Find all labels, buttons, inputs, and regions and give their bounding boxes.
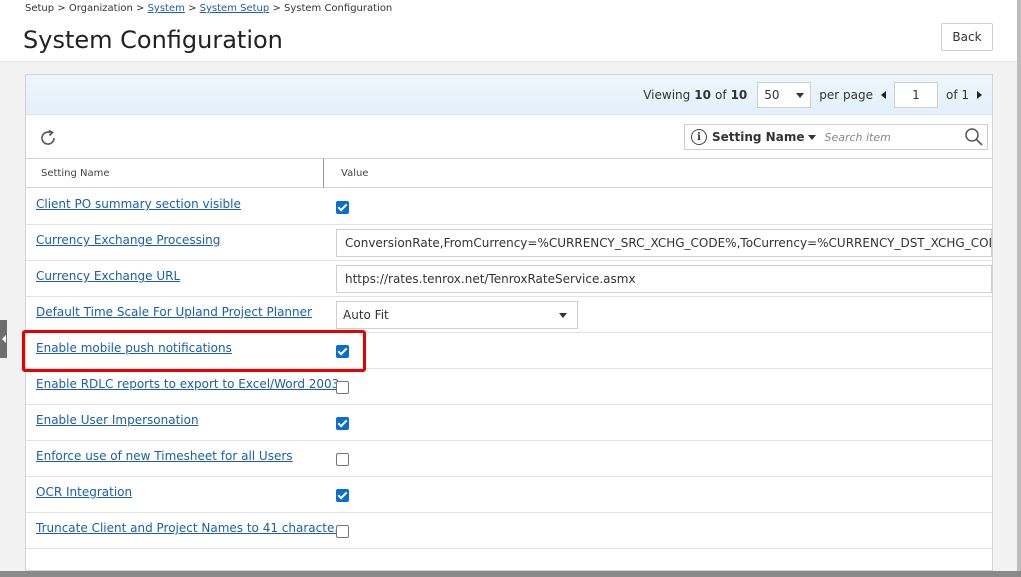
search-field-selector[interactable]: Setting Name: [712, 130, 804, 144]
pager-bar: Viewing 10 of 10 50 per page 1 of 1: [26, 75, 992, 115]
column-resize-handle[interactable]: [323, 159, 324, 188]
previous-page-icon[interactable]: [880, 91, 886, 99]
collapse-sidebar-toggle[interactable]: [0, 320, 7, 358]
breadcrumb-system-setup-link[interactable]: System Setup: [200, 3, 270, 14]
setting-link[interactable]: Currency Exchange Processing: [36, 233, 220, 247]
setting-link[interactable]: Currency Exchange URL: [36, 269, 180, 283]
total-count: 10: [730, 88, 748, 102]
setting-text-input[interactable]: https://rates.tenrox.net/TenroxRateServi…: [336, 265, 992, 293]
chevron-left-icon: [1, 335, 6, 343]
column-header-value[interactable]: Value: [341, 168, 368, 179]
column-header-row: Setting Name Value: [26, 159, 992, 188]
scrollbar[interactable]: [1017, 0, 1021, 577]
table-row: Truncate Client and Project Names to 41 …: [26, 513, 992, 549]
search-icon[interactable]: [963, 126, 985, 148]
settings-grid: Viewing 10 of 10 50 per page 1 of 1 i Se…: [25, 74, 993, 571]
setting-checkbox[interactable]: [336, 200, 349, 214]
table-row: Default Time Scale For Upland Project Pl…: [26, 297, 992, 333]
table-row: Client PO summary section visible: [26, 189, 992, 225]
table-row: Enable RDLC reports to export to Excel/W…: [26, 369, 992, 405]
setting-link[interactable]: Default Time Scale For Upland Project Pl…: [36, 305, 312, 319]
of-pages-label: of 1: [945, 88, 969, 102]
of-label: of: [714, 88, 727, 102]
breadcrumb-setup: Setup: [25, 3, 55, 14]
page-number-input[interactable]: 1: [893, 82, 938, 108]
chevron-down-icon[interactable]: [808, 134, 817, 140]
column-header-setting-name[interactable]: Setting Name: [41, 168, 110, 179]
setting-checkbox[interactable]: [336, 416, 349, 430]
info-icon[interactable]: i: [691, 129, 707, 145]
refresh-icon[interactable]: [38, 128, 58, 148]
setting-link[interactable]: Enable mobile push notifications: [36, 341, 232, 355]
setting-checkbox[interactable]: [336, 452, 349, 466]
setting-link[interactable]: Enable RDLC reports to export to Excel/W…: [36, 377, 339, 391]
search-input[interactable]: Search item: [824, 131, 963, 144]
table-row: OCR Integration: [26, 477, 992, 513]
setting-checkbox[interactable]: [336, 488, 349, 502]
setting-checkbox[interactable]: [336, 524, 349, 538]
setting-text-input[interactable]: ConversionRate,FromCurrency=%CURRENCY_SR…: [336, 229, 992, 257]
breadcrumb-organization: Organization: [68, 3, 133, 14]
breadcrumb-system-link[interactable]: System: [148, 3, 185, 14]
table-row: Currency Exchange Processing ConversionR…: [26, 225, 992, 261]
setting-link[interactable]: Client PO summary section visible: [36, 197, 241, 211]
search-box: i Setting Name Search item: [684, 124, 988, 150]
breadcrumb-current: System Configuration: [283, 3, 393, 14]
viewing-label: Viewing: [643, 88, 691, 102]
breadcrumb: Setup > Organization > System > System S…: [25, 3, 393, 14]
bottom-edge: [0, 571, 1021, 577]
page-title: System Configuration: [23, 26, 283, 54]
setting-link[interactable]: Enable User Impersonation: [36, 413, 199, 427]
select-value: Auto Fit: [343, 308, 389, 322]
viewing-count: 10: [694, 88, 711, 102]
grid-toolbar: i Setting Name Search item: [26, 115, 992, 159]
setting-link[interactable]: Enforce use of new Timesheet for all Use…: [36, 449, 293, 463]
per-page-label: per page: [819, 88, 873, 102]
next-page-icon[interactable]: [977, 91, 982, 99]
pager: Viewing 10 of 10 50 per page 1 of 1: [643, 82, 982, 108]
chevron-down-icon: [559, 312, 567, 318]
table-row: Enforce use of new Timesheet for all Use…: [26, 441, 992, 477]
back-button[interactable]: Back: [941, 23, 993, 51]
table-row: Currency Exchange URL https://rates.tenr…: [26, 261, 992, 297]
setting-checkbox[interactable]: [336, 344, 349, 358]
setting-select[interactable]: Auto Fit: [336, 301, 578, 329]
setting-link[interactable]: Truncate Client and Project Names to 41 …: [36, 521, 346, 535]
settings-rows: Client PO summary section visible Curren…: [26, 189, 992, 549]
page-size-select[interactable]: 50: [757, 82, 812, 108]
setting-checkbox[interactable]: [336, 380, 349, 394]
setting-link[interactable]: OCR Integration: [36, 485, 132, 499]
page-size-value: 50: [764, 88, 780, 102]
chevron-down-icon: [796, 92, 805, 98]
table-row: Enable mobile push notifications: [26, 333, 992, 369]
table-row: Enable User Impersonation: [26, 405, 992, 441]
